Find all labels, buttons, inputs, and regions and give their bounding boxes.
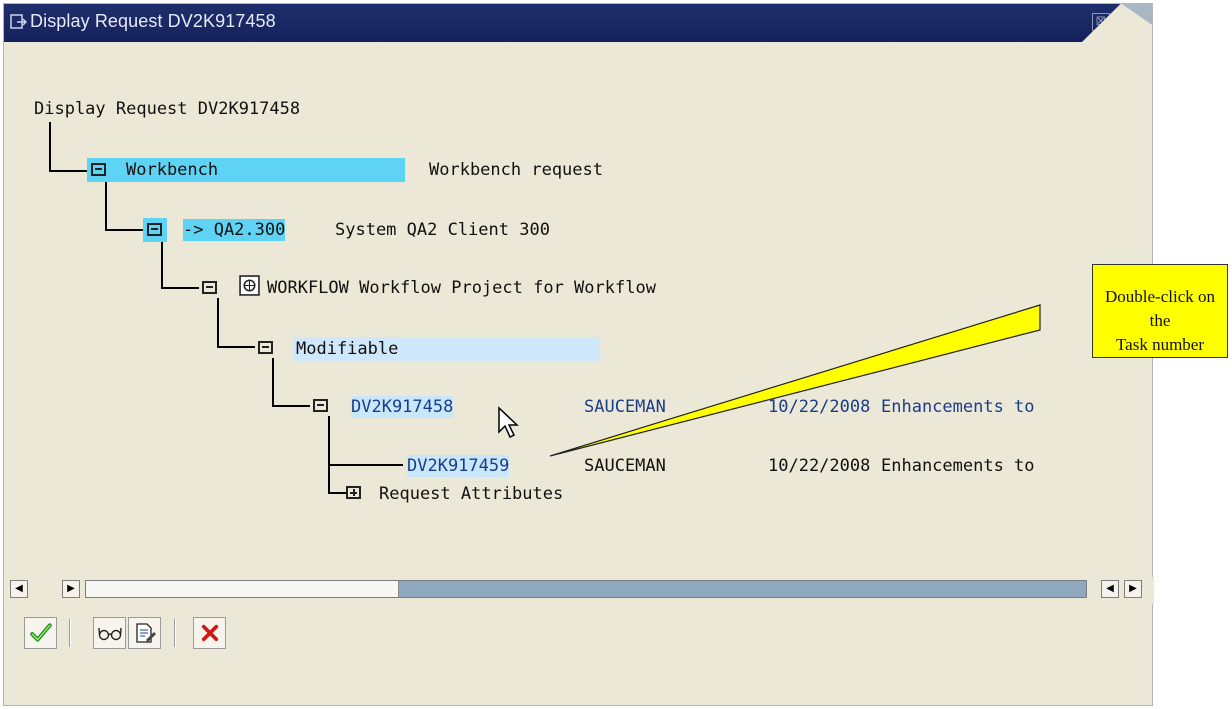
tree-connector [105, 182, 107, 231]
tree-connector [272, 405, 310, 407]
task-date: 10/22/2008 [768, 456, 871, 476]
folder-open-icon[interactable] [258, 341, 273, 354]
horizontal-scrollbar[interactable]: ◀ ▶ ◀ ▶ [4, 577, 1154, 604]
scrollbar-track[interactable] [85, 580, 1087, 598]
tree-connector [105, 229, 143, 231]
request-date: 10/22/2008 [768, 397, 871, 417]
check-icon [29, 623, 52, 642]
dialog-window: Display Request DV2K917458 ⊠ Display Req… [3, 3, 1154, 707]
tree-connector [161, 240, 163, 289]
scrollbar-thumb[interactable] [86, 581, 399, 597]
tree-connector [49, 170, 87, 172]
edit-button[interactable] [128, 617, 161, 649]
task-desc: Enhancements to [881, 456, 1035, 476]
display-button[interactable] [93, 617, 126, 649]
mouse-cursor-icon [498, 406, 519, 439]
glasses-icon [97, 627, 122, 641]
scroll-right-button-right[interactable]: ▶ [1124, 580, 1142, 598]
cancel-button[interactable] [193, 617, 226, 649]
instruction-callout: Double-click on the Task number [1092, 264, 1228, 358]
request-owner: SAUCEMAN [584, 397, 666, 417]
project-icon [239, 275, 260, 296]
document-edit-icon [135, 623, 156, 643]
folder-open-icon[interactable] [147, 223, 162, 236]
tree-connector [161, 287, 199, 289]
tree-node-project[interactable]: WORKFLOW Workflow Project for Workflow [267, 277, 656, 299]
request-tree: Display Request DV2K917458 Workbench Wor… [4, 42, 1154, 615]
callout-line-1: Double-click on the [1105, 287, 1215, 330]
dialog-toolbar [4, 607, 1154, 707]
tree-node-target[interactable]: -> QA2.300 [183, 219, 286, 241]
tree-connector [272, 358, 274, 407]
tree-node-workbench-desc: Workbench request [429, 160, 603, 180]
tree-connector [217, 298, 219, 348]
confirm-button[interactable] [24, 617, 57, 649]
folder-closed-icon[interactable] [346, 486, 361, 499]
title-bar: Display Request DV2K917458 ⊠ [4, 4, 1152, 42]
folder-open-icon[interactable] [202, 281, 217, 294]
task-owner: SAUCEMAN [584, 456, 666, 476]
tree-connector [217, 346, 255, 348]
scroll-right-button[interactable]: ▶ [62, 580, 80, 598]
toolbar-separator [174, 619, 176, 647]
tree-node-workbench[interactable]: Workbench [126, 159, 218, 181]
scroll-left-button-right[interactable]: ◀ [1101, 580, 1119, 598]
folder-open-icon[interactable] [313, 399, 328, 412]
task-id[interactable]: DV2K917459 [407, 455, 510, 477]
cancel-icon [201, 624, 218, 642]
window-icon [10, 14, 28, 29]
request-desc: Enhancements to [881, 397, 1035, 417]
toolbar-separator [69, 619, 71, 647]
tree-connector [328, 492, 346, 494]
tree-node-status[interactable]: Modifiable [296, 338, 398, 360]
tree-root-label: Display Request DV2K917458 [34, 99, 301, 119]
window-title: Display Request DV2K917458 [30, 11, 276, 31]
folder-open-icon[interactable] [91, 163, 106, 176]
tree-node-attributes[interactable]: Request Attributes [379, 483, 563, 505]
tree-connector [328, 464, 403, 466]
tree-node-target-desc: System QA2 Client 300 [335, 220, 550, 240]
callout-line-2: Task number [1115, 335, 1205, 354]
tree-connector [49, 122, 51, 172]
scroll-left-button[interactable]: ◀ [10, 580, 28, 598]
tree-connector [328, 416, 330, 494]
request-id[interactable]: DV2K917458 [351, 396, 454, 418]
